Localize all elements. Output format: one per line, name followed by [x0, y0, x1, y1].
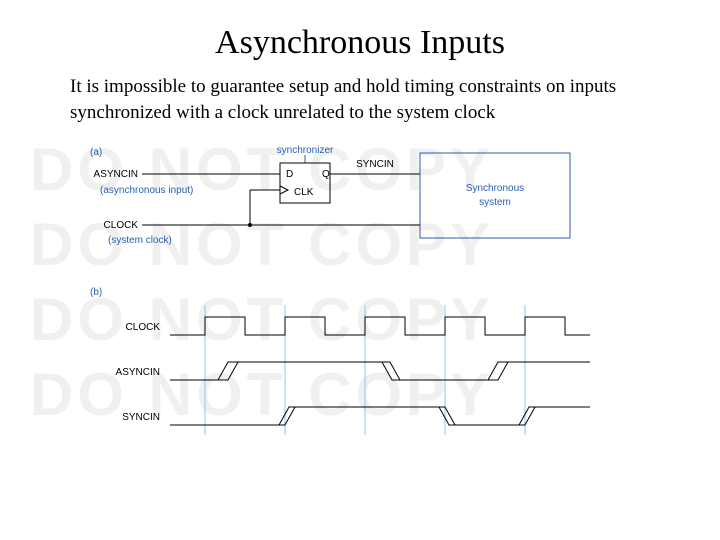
- wave-asyncin-label: ASYNCIN: [116, 367, 160, 378]
- sync-system-text-2: system: [479, 197, 511, 208]
- synchronizer-label: synchronizer: [277, 145, 334, 156]
- part-b-label: (b): [90, 287, 102, 298]
- part-a-label: (a): [90, 147, 102, 158]
- body-text: It is impossible to guarantee setup and …: [0, 74, 720, 135]
- clock-label: CLOCK: [104, 220, 139, 231]
- figure: DO NOT COPY DO NOT COPY DO NOT COPY DO N…: [90, 135, 650, 445]
- sync-system-text-1: Synchronous: [466, 183, 524, 194]
- wave-clock-label: CLOCK: [126, 322, 161, 333]
- syncin-label: SYNCIN: [356, 159, 394, 170]
- diagram-svg: (a) ASYNCIN (asynchronous input) CLOCK (…: [90, 135, 650, 445]
- asyncin-note: (asynchronous input): [100, 185, 193, 196]
- d-pin: D: [286, 169, 293, 180]
- page-title: Asynchronous Inputs: [0, 0, 720, 74]
- asyncin-label: ASYNCIN: [94, 169, 138, 180]
- q-pin: Q: [322, 169, 330, 180]
- clk-triangle: [280, 186, 288, 194]
- wave-syncin-label: SYNCIN: [122, 412, 160, 423]
- sync-system-box: [420, 153, 570, 238]
- wave-asyncin-a: [170, 362, 590, 380]
- clk-pin: CLK: [294, 187, 314, 198]
- clock-note: (system clock): [108, 235, 172, 246]
- wave-clock: [170, 317, 590, 335]
